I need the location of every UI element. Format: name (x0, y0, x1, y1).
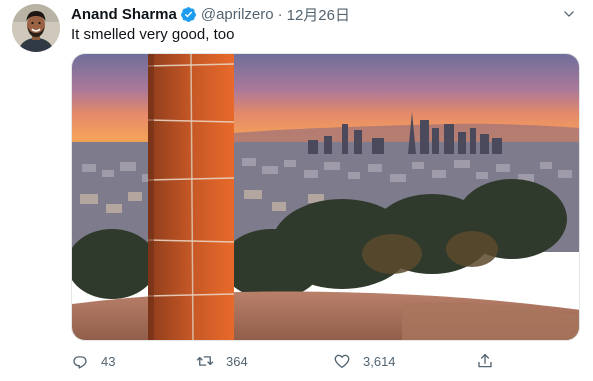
user-handle[interactable]: @aprilzero (201, 6, 274, 23)
like-button[interactable]: 3,614 (333, 349, 396, 373)
avatar-photo (12, 4, 60, 52)
avatar[interactable] (12, 4, 60, 52)
tweet-text: It smelled very good, too (71, 26, 235, 43)
more-options-button[interactable] (559, 4, 579, 24)
reply-icon (73, 356, 87, 369)
reply-button[interactable]: 43 (71, 349, 115, 373)
tweet-date[interactable]: 12月26日 (287, 4, 350, 25)
share-button[interactable] (476, 349, 494, 373)
retweet-count: 364 (226, 353, 248, 369)
verified-badge-icon (180, 6, 197, 23)
retweet-button[interactable]: 364 (196, 349, 248, 373)
tweet-actions: 43 364 3,614 (71, 349, 511, 373)
like-count: 3,614 (363, 353, 396, 369)
retweet-icon (196, 356, 214, 366)
chevron-down-icon (564, 11, 574, 17)
separator-dot: · (277, 5, 283, 23)
tweet-media-photo[interactable] (71, 53, 580, 341)
reply-count: 43 (101, 353, 116, 369)
tweet[interactable]: Anand Sharma @aprilzero · 12月26日 It smel… (0, 0, 593, 381)
display-name[interactable]: Anand Sharma (71, 6, 177, 23)
share-icon (478, 353, 492, 368)
sunset-city-photo (72, 54, 579, 340)
heart-icon (334, 354, 350, 369)
tweet-header: Anand Sharma @aprilzero · 12月26日 (71, 4, 350, 24)
